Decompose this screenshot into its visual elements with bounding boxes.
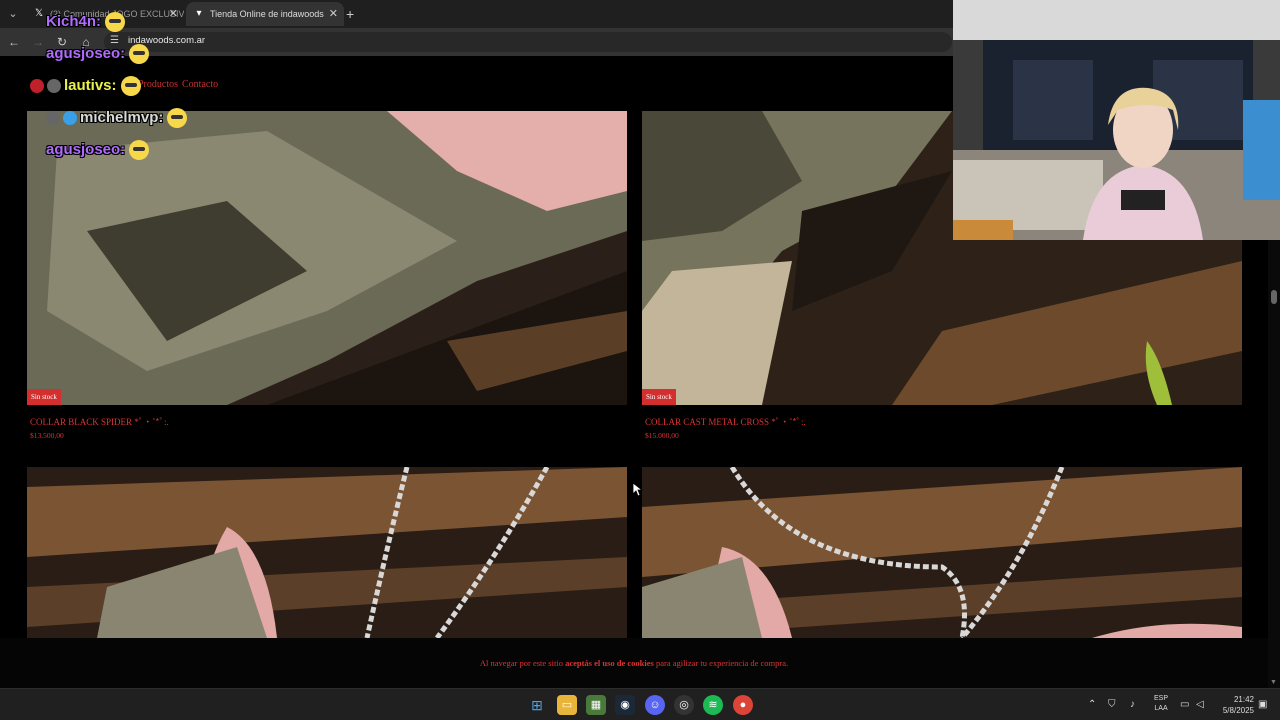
emote-icon [120,76,141,96]
clock-date: 5/8/2025 [1222,706,1254,715]
chat-username: agusjoseo: [46,44,126,62]
emote-icon [129,140,150,160]
scroll-down-icon[interactable]: ▼ [1270,679,1277,686]
site-favicon-icon: ▾ [196,8,202,19]
chat-message: lautivs: [30,76,141,96]
spotify-icon[interactable]: ≋ [703,695,723,715]
chat-username: michelmvp: [80,108,164,126]
discord-icon[interactable]: ☺ [645,695,665,715]
microphone-icon[interactable]: ♪ [1130,697,1135,713]
product-name[interactable]: COLLAR BLACK SPIDER *ﾟ‧˚*ﾟ:. [30,415,169,428]
windows-taskbar: ⊞ ▭ ▦ ◉ ☺ ◎ ≋ ● ⌃ ⛉ ♪ ESP LAA ▭ ◁ 21:42 … [0,688,1280,720]
network-icon[interactable]: ▭ [1180,697,1189,713]
cookie-notice[interactable]: Al navegar por este sitio aceptás el uso… [0,638,1268,688]
system-clock[interactable]: 21:42 5/8/2025 [1214,694,1254,716]
emote-icon [167,108,188,128]
product-card[interactable]: Sin stock COLLAR BLACK SPIDER *ﾟ‧˚*ﾟ:. $… [27,111,627,451]
forward-icon[interactable]: → [30,34,46,50]
chat-badge-icon [47,79,61,93]
nav-contacto[interactable]: Contacto [182,79,218,90]
product-image[interactable] [642,467,1242,638]
language-code: ESP [1154,695,1169,702]
tray-expand-icon[interactable]: ⌃ [1088,697,1096,713]
chat-username: lautivs: [64,76,117,94]
volume-icon[interactable]: ◁ [1196,697,1204,713]
keyboard-layout: LAA [1154,705,1168,712]
product-image[interactable] [27,467,627,638]
nav-productos[interactable]: Productos [138,79,178,90]
product-card[interactable] [642,467,1242,638]
close-tab-icon[interactable]: ✕ [169,2,178,26]
security-icon[interactable]: ⛉ [1108,697,1116,713]
tab-indawoods[interactable]: ▾ Tienda Online de indawoods ✕ [186,2,344,26]
notification-icon[interactable]: ▣ [1258,697,1267,713]
close-tab-icon[interactable]: ✕ [329,2,338,26]
obs-icon[interactable]: ◎ [674,695,694,715]
chat-message: michelmvp: [46,108,188,128]
chat-username: Kich4n: [46,12,102,30]
clock-time: 21:42 [1233,695,1254,704]
language-indicator[interactable]: ESP LAA [1154,694,1168,714]
out-of-stock-badge: Sin stock [27,389,61,405]
new-tab-icon[interactable]: + [346,4,354,24]
windows-start-icon[interactable]: ⊞ [527,695,547,715]
emote-icon [129,44,150,64]
app-icon[interactable]: ▦ [586,695,606,715]
product-price: $13.500,00 [30,431,64,440]
tab-title: Tienda Online de indawoods [210,9,324,19]
file-explorer-icon[interactable]: ▭ [557,695,577,715]
cookie-text-bold: aceptás el uso de cookies [565,658,654,668]
chat-badge-icon [63,111,77,125]
mouse-cursor-icon [633,483,643,497]
back-icon[interactable]: ← [6,34,22,50]
out-of-stock-badge: Sin stock [642,389,676,405]
product-name[interactable]: COLLAR CAST METAL CROSS *ﾟ‧˚*ﾟ:. [645,415,806,428]
chat-message: Kich4n: [46,12,126,32]
product-card[interactable] [27,467,627,638]
chat-badge-icon [46,111,60,125]
chrome-icon[interactable]: ● [733,695,753,715]
chat-badge-icon [30,79,44,93]
tab-search-icon[interactable]: ⌄ [4,5,22,23]
cookie-text-suffix: para agilizar tu experiencia de compra. [655,658,789,668]
address-bar[interactable]: ☰ indawoods.com.ar [104,32,952,52]
cookie-text-prefix: Al navegar por este sitio [479,658,563,668]
webcam-overlay [953,0,1280,240]
chat-username: agusjoseo: [46,140,126,158]
scroll-thumb[interactable] [1271,290,1277,304]
x-logo-icon: 𝕏 [34,8,44,19]
product-price: $15.000,00 [645,431,679,440]
emote-icon [105,12,126,32]
screen: ⌄ 𝕏 (2) Comunidad JOGO EXCLUSIVO ✕ ▾ Tie… [0,0,1280,720]
chat-message: agusjoseo: [46,140,150,160]
steam-icon[interactable]: ◉ [615,695,635,715]
chat-message: agusjoseo: [46,44,150,64]
